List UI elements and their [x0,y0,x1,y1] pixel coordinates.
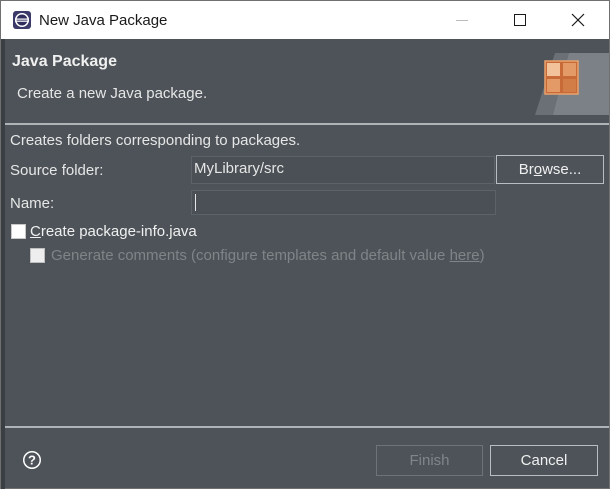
finish-button[interactable]: Finish [376,445,483,476]
package-wizard-icon [535,53,609,115]
cancel-button[interactable]: Cancel [490,445,598,476]
browse-label: Browse... [518,161,582,178]
name-field[interactable] [191,190,496,215]
wizard-header: Java Package Create a new Java package. [5,39,609,123]
page-title: Java Package [12,53,117,70]
window-title: New Java Package [39,12,168,29]
close-icon [571,13,585,27]
footer-separator [5,426,609,428]
title-bar[interactable]: New Java Package [1,1,609,39]
source-folder-label: Source folder: [10,162,104,179]
name-label: Name: [10,195,55,212]
maximize-button[interactable] [491,1,549,39]
maximize-icon [514,14,526,26]
header-separator [5,123,609,125]
minimize-button[interactable] [433,1,491,39]
svg-text:?: ? [28,453,36,468]
text-caret [195,194,196,211]
info-text: Creates folders corresponding to package… [10,132,301,149]
minimize-icon [456,19,468,21]
help-icon[interactable]: ? [22,450,42,470]
eclipse-icon [13,11,31,29]
new-java-package-dialog: New Java Package Java Package Create a n… [0,0,610,489]
page-description: Create a new Java package. [17,85,208,102]
generate-comments-label: Generate comments (configure templates a… [51,247,485,264]
close-button[interactable] [549,1,607,39]
browse-button[interactable]: Browse... [496,155,604,184]
source-folder-field[interactable]: MyLibrary/src [191,156,495,184]
create-package-info-label[interactable]: Create package-info.java [30,223,197,240]
configure-templates-link[interactable]: here [450,247,480,264]
generate-comments-checkbox[interactable] [30,248,45,263]
create-package-info-checkbox[interactable] [11,224,26,239]
